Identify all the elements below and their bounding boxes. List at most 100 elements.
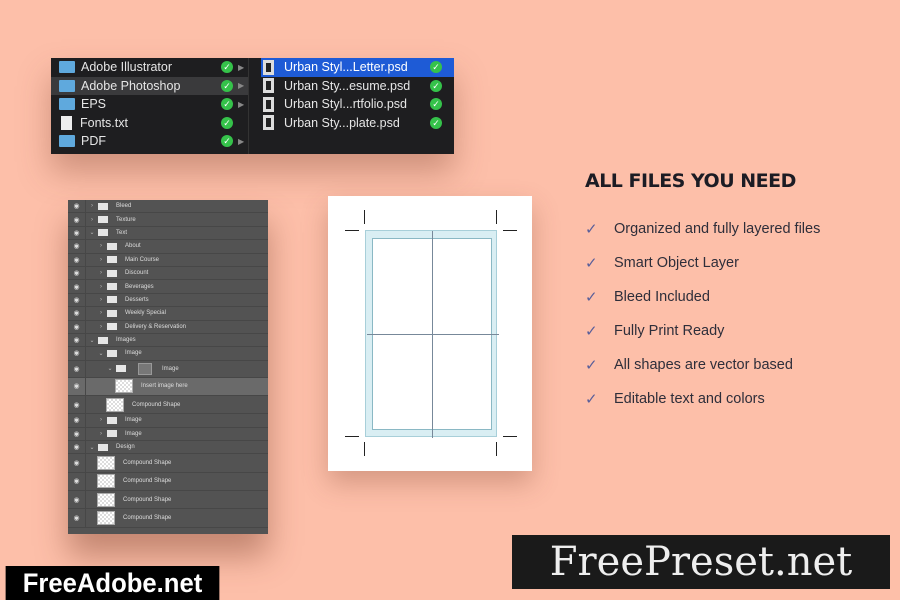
layer-row[interactable]: ◉ ⌄ Image [68, 347, 268, 361]
features-list: ✓ Organized and fully layered files ✓ Smart… [585, 219, 820, 408]
layer-row[interactable]: ◉ › Image [68, 427, 268, 442]
finder-item-label: PDF [81, 134, 106, 149]
folder-icon [59, 135, 75, 148]
checkmark-icon: ✓ [585, 254, 598, 272]
chevron-right-icon[interactable]: › [97, 297, 105, 303]
layer-row[interactable]: ◉ › Weekly Special [68, 307, 268, 321]
layer-row[interactable]: ◉ ⌄ Image [68, 360, 268, 378]
checkmark-icon: ✓ [585, 356, 598, 374]
layer-row[interactable]: ◉ › Image [68, 414, 268, 428]
folder-icon [98, 336, 108, 344]
eye-visibility-icon[interactable]: ◉ [68, 414, 86, 427]
chevron-right-icon[interactable]: › [97, 417, 105, 423]
eye-visibility-icon[interactable]: ◉ [68, 509, 86, 527]
finder-item-label: Urban Sty...esume.psd [284, 78, 411, 93]
finder-item[interactable]: Adobe Photoshop ✓ ▶ [51, 76, 248, 95]
eye-visibility-icon[interactable]: ◉ [68, 307, 86, 320]
folder-icon [116, 365, 126, 373]
eye-visibility-icon[interactable]: ◉ [68, 441, 86, 454]
layer-row[interactable]: ◉ › Texture [68, 213, 268, 227]
layer-name: Image [125, 430, 142, 437]
chevron-right-icon[interactable]: › [97, 257, 105, 263]
eye-visibility-icon[interactable]: ◉ [68, 293, 86, 307]
chevron-right-icon[interactable]: › [97, 243, 105, 249]
finder-item[interactable]: Fonts.txt ✓ [51, 114, 248, 133]
chevron-right-icon[interactable]: › [97, 324, 105, 330]
layer-name: Discount [125, 270, 149, 277]
finder-column-view: Adobe Illustrator ✓ ▶ Adobe Photoshop ✓ ▶ EPS ✓… [51, 58, 454, 154]
eye-visibility-icon[interactable]: ◉ [68, 491, 86, 509]
layer-name: Compound Shape [123, 496, 172, 503]
eye-visibility-icon[interactable]: ◉ [68, 472, 86, 491]
layer-row[interactable]: ◉ Compound Shape [68, 509, 268, 528]
finder-column-files: Urban Styl...Letter.psd ✓ Urban Sty...esum… [261, 58, 454, 154]
chevron-down-icon[interactable]: ⌄ [106, 365, 114, 372]
layer-row[interactable]: ◉ ⌄ Design [68, 441, 268, 455]
eye-visibility-icon[interactable]: ◉ [68, 395, 86, 414]
layer-name: Image [125, 417, 142, 424]
finder-file-item[interactable]: Urban Styl...Letter.psd ✓ [261, 58, 454, 77]
crop-mark [503, 230, 517, 231]
finder-item[interactable]: PDF ✓ ▶ [51, 132, 248, 151]
synced-check-icon: ✓ [430, 61, 442, 74]
eye-visibility-icon[interactable]: ◉ [68, 347, 86, 360]
layer-row[interactable]: ◉ Insert image here [68, 377, 268, 396]
finder-file-item[interactable]: Urban Sty...plate.psd ✓ [261, 114, 454, 133]
finder-file-item[interactable]: Urban Sty...esume.psd ✓ [261, 77, 454, 96]
finder-file-item[interactable]: Urban Styl...rtfolio.psd ✓ [261, 95, 454, 114]
chevron-down-icon[interactable]: ⌄ [97, 350, 105, 357]
layer-row[interactable]: ◉ Compound Shape [68, 491, 268, 510]
feature-item: ✓ Organized and fully layered files [585, 219, 820, 238]
layer-row[interactable]: ◉ › Delivery & Reservation [68, 320, 268, 334]
eye-visibility-icon[interactable]: ◉ [68, 360, 86, 377]
eye-visibility-icon[interactable]: ◉ [68, 280, 86, 293]
chevron-down-icon[interactable]: ⌄ [88, 229, 96, 236]
chevron-right-icon[interactable]: › [97, 431, 105, 437]
chevron-right-icon[interactable]: › [88, 203, 96, 209]
layer-row[interactable]: ◉ › Main Course [68, 253, 268, 267]
folder-icon [98, 229, 108, 237]
finder-item[interactable]: EPS ✓ ▶ [51, 95, 248, 114]
layer-row[interactable]: ◉ Compound Shape [68, 472, 268, 492]
synced-check-icon: ✓ [221, 61, 233, 74]
feature-item: ✓ Fully Print Ready [585, 321, 820, 340]
eye-visibility-icon[interactable]: ◉ [68, 240, 86, 253]
layer-row[interactable]: ◉ ⌄ Text [68, 226, 268, 241]
eye-visibility-icon[interactable]: ◉ [68, 320, 86, 333]
eye-visibility-icon[interactable]: ◉ [68, 427, 86, 441]
finder-item[interactable]: Adobe Illustrator ✓ ▶ [51, 58, 248, 77]
layer-row[interactable]: ◉ › Beverages [68, 280, 268, 294]
eye-visibility-icon[interactable]: ◉ [68, 253, 86, 266]
chevron-right-icon[interactable]: › [88, 217, 96, 223]
eye-visibility-icon[interactable]: ◉ [68, 454, 86, 472]
chevron-down-icon[interactable]: ⌄ [88, 444, 96, 451]
psd-file-icon [263, 78, 274, 94]
eye-visibility-icon[interactable]: ◉ [68, 266, 86, 280]
crop-mark [364, 442, 365, 456]
eye-visibility-icon[interactable]: ◉ [68, 213, 86, 226]
folder-icon [107, 309, 117, 317]
finder-column-folders: Adobe Illustrator ✓ ▶ Adobe Photoshop ✓ ▶ EPS ✓… [51, 58, 249, 154]
eye-visibility-icon[interactable]: ◉ [68, 333, 86, 347]
chevron-right-icon[interactable]: › [97, 270, 105, 276]
chevron-right-icon[interactable]: › [97, 310, 105, 316]
folder-icon [107, 283, 117, 291]
folder-icon [107, 256, 117, 264]
layer-row[interactable]: ◉ Compound Shape [68, 395, 268, 415]
synced-check-icon: ✓ [221, 116, 233, 129]
layer-row[interactable]: ◉ › Discount [68, 266, 268, 281]
folder-icon [107, 296, 117, 304]
layer-row[interactable]: ◉ › Bleed [68, 200, 268, 214]
layer-name: Compound Shape [132, 401, 181, 408]
layer-row[interactable]: ◉ ⌄ Images [68, 333, 268, 348]
layer-row[interactable]: ◉ › About [68, 240, 268, 254]
chevron-down-icon[interactable]: ⌄ [88, 337, 96, 344]
chevron-right-icon[interactable]: › [97, 284, 105, 290]
eye-visibility-icon[interactable]: ◉ [68, 226, 86, 240]
layer-row[interactable]: ◉ › Desserts [68, 293, 268, 308]
feature-item: ✓ Bleed Included [585, 287, 820, 306]
synced-check-icon: ✓ [430, 116, 442, 129]
eye-visibility-icon[interactable]: ◉ [68, 377, 86, 395]
layer-row[interactable]: ◉ Compound Shape [68, 454, 268, 473]
eye-visibility-icon[interactable]: ◉ [68, 200, 86, 213]
